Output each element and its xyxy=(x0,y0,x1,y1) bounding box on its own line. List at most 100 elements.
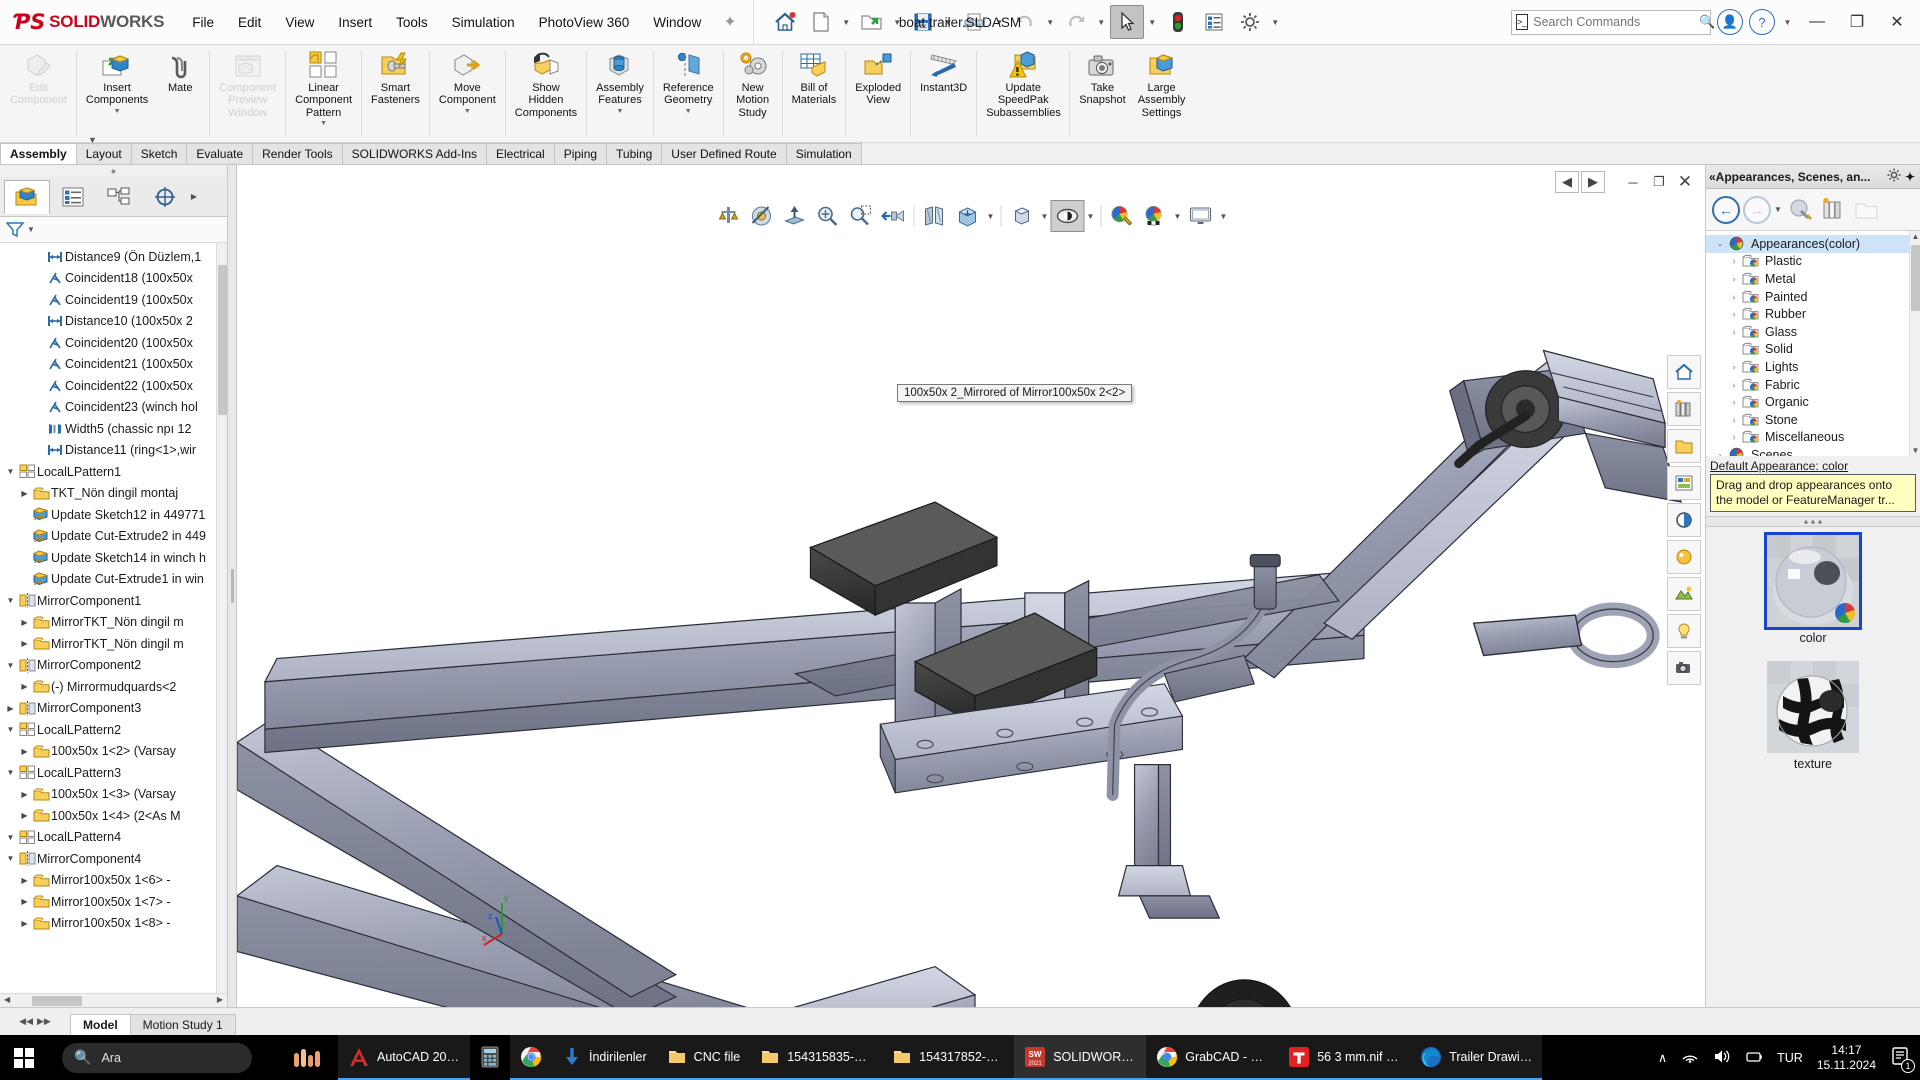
collapse-ribbon-icon[interactable]: ▼ xyxy=(88,135,97,145)
undo-dropdown-icon[interactable]: ▼ xyxy=(1044,5,1057,39)
taskbar-clock[interactable]: 14:17 15.11.2024 xyxy=(1817,1043,1876,1073)
lights-icon[interactable] xyxy=(1667,614,1701,648)
view-settings-icon[interactable] xyxy=(1185,201,1217,231)
appearance-tree-item[interactable]: ›Miscellaneous xyxy=(1706,429,1920,447)
expand-twisty-icon[interactable]: › xyxy=(1726,415,1742,425)
menu-tools[interactable]: Tools xyxy=(384,9,440,36)
taskbar-app-autocad[interactable]: AutoCAD 2021 ... xyxy=(338,1035,470,1080)
property-manager-tab[interactable] xyxy=(50,180,96,214)
view-settings-dropdown-icon[interactable]: ▼ xyxy=(1218,201,1230,231)
expand-twisty-icon[interactable]: › xyxy=(1726,327,1742,337)
ribbon-take-snapshot-button[interactable]: TakeSnapshot xyxy=(1073,45,1131,142)
model-canvas[interactable]: 100x50x 2_Mirrored of Mirror100x50x 2<2>… xyxy=(237,199,1705,1007)
feature-tree-item[interactable]: ▼LocalLPattern2 xyxy=(0,719,227,741)
help-dropdown-icon[interactable]: ▼ xyxy=(1781,5,1794,39)
document-close-icon[interactable]: ✕ xyxy=(1673,171,1697,193)
feature-tree-item[interactable]: ▶MirrorComponent3 xyxy=(0,698,227,720)
appearance-tree-item[interactable]: ›Lights xyxy=(1706,358,1920,376)
tab-user-defined-route[interactable]: User Defined Route xyxy=(661,143,786,164)
appearance-swatch[interactable]: texture xyxy=(1767,661,1859,771)
menu-simulation[interactable]: Simulation xyxy=(440,9,527,36)
ribbon-linear-component-pattern-button[interactable]: LinearComponentPattern▼ xyxy=(289,45,358,142)
expand-twisty-icon[interactable]: › xyxy=(1726,397,1742,407)
taskbar-app-downloads[interactable]: İndirilenler xyxy=(552,1035,657,1080)
view-orientation-cube-dropdown-icon[interactable]: ▼ xyxy=(985,201,997,231)
open-folder-icon[interactable] xyxy=(855,5,889,39)
feature-tree-hscrollbar[interactable]: ◀ ▶ xyxy=(0,993,227,1007)
ribbon-smart-fasteners-button[interactable]: SmartFasteners xyxy=(365,45,426,142)
expand-twisty-icon[interactable]: ▶ xyxy=(18,811,31,820)
expand-twisty-icon[interactable]: › xyxy=(1726,362,1742,372)
tab-electrical[interactable]: Electrical xyxy=(486,143,555,164)
ribbon-dropdown-icon[interactable]: ▼ xyxy=(114,108,121,115)
hide-show-items-icon[interactable] xyxy=(1052,201,1084,231)
camera-icon[interactable] xyxy=(1667,651,1701,685)
feature-tree-item[interactable]: Distance10 (100x50x 2 xyxy=(0,311,227,333)
panel-splitter[interactable] xyxy=(228,165,237,1007)
document-maximize-icon[interactable]: ❐ xyxy=(1647,171,1671,193)
feature-tree-item[interactable]: ▼MirrorComponent2 xyxy=(0,655,227,677)
view-orientation-cube-icon[interactable] xyxy=(952,201,984,231)
expand-twisty-icon[interactable]: ▶ xyxy=(18,790,31,799)
appearance-swatch[interactable]: color xyxy=(1767,535,1859,645)
feature-tree-filter[interactable]: ▼ xyxy=(0,217,227,243)
menu-insert[interactable]: Insert xyxy=(326,9,384,36)
expand-twisty-icon[interactable]: ▶ xyxy=(4,704,17,713)
graphics-viewport[interactable]: ◀ ▶ ─ ❐ ✕ ▼▼▼▼▼ xyxy=(237,165,1705,1007)
feature-tree-item[interactable]: Coincident23 (winch hol xyxy=(0,397,227,419)
taskbar-app-tinkercad[interactable]: 56 3 mm.nif - ... xyxy=(1278,1035,1410,1080)
taskbar-app-folder1[interactable]: 154315835-1-4... xyxy=(750,1035,882,1080)
feature-tree-item[interactable]: Coincident18 (100x50x xyxy=(0,268,227,290)
feature-tree-item[interactable]: Distance11 (ring<1>,wir xyxy=(0,440,227,462)
ribbon-mate-button[interactable]: Mate xyxy=(154,45,206,142)
restore-left-icon[interactable]: ◀ xyxy=(1555,171,1579,193)
feature-tree-item[interactable]: ▼LocalLPattern3 xyxy=(0,762,227,784)
tab-solidworks-add-ins[interactable]: SOLIDWORKS Add-Ins xyxy=(342,143,487,164)
feature-tree-item[interactable]: ▼LocalLPattern4 xyxy=(0,827,227,849)
appearance-tree-item[interactable]: ›Rubber xyxy=(1706,305,1920,323)
select-arrow-icon[interactable] xyxy=(1110,5,1144,39)
redo-icon[interactable] xyxy=(1059,5,1093,39)
expand-twisty-icon[interactable]: ▶ xyxy=(18,747,31,756)
collapse-twisty-icon[interactable]: ▼ xyxy=(4,725,17,734)
previous-view-icon[interactable] xyxy=(878,201,910,231)
maximize-window-button[interactable]: ❐ xyxy=(1840,2,1874,42)
ribbon-dropdown-icon[interactable]: ▼ xyxy=(464,108,471,115)
weather-widget-icon[interactable] xyxy=(278,1035,338,1080)
decals-folder-icon[interactable] xyxy=(1851,196,1881,224)
taskbar-app-grabcad[interactable]: GrabCAD - Go... xyxy=(1146,1035,1278,1080)
redo-dropdown-icon[interactable]: ▼ xyxy=(1095,5,1108,39)
ribbon-bill-of-materials-button[interactable]: Bill ofMaterials xyxy=(786,45,843,142)
decal-icon[interactable] xyxy=(1667,466,1701,500)
appearance-tree-item[interactable]: ›Organic xyxy=(1706,393,1920,411)
feature-tree[interactable]: Distance9 (Ön Düzlem,1Coincident18 (100x… xyxy=(0,243,227,993)
display-style-dropdown-icon[interactable]: ▼ xyxy=(1039,201,1051,231)
battery-icon[interactable] xyxy=(1745,1049,1763,1066)
print-icon[interactable] xyxy=(957,5,991,39)
zoom-to-fit-icon[interactable] xyxy=(812,201,844,231)
ribbon-dropdown-icon[interactable]: ▼ xyxy=(685,108,692,115)
rebuild-icon[interactable] xyxy=(1161,5,1195,39)
expand-twisty-icon[interactable]: ▶ xyxy=(18,876,31,885)
collapse-twisty-icon[interactable]: ▼ xyxy=(4,467,17,476)
feature-tree-item[interactable]: ▼MirrorComponent4 xyxy=(0,848,227,870)
section-view-icon[interactable] xyxy=(746,201,778,231)
appearance-tree-item[interactable]: ›Glass xyxy=(1706,323,1920,341)
display-style-icon[interactable] xyxy=(1006,201,1038,231)
appearance-tree-scrollbar[interactable]: ▲ ▼ xyxy=(1909,231,1920,456)
feature-tree-item[interactable]: ▶Mirror100x50x 1<8> - xyxy=(0,913,227,935)
print-dropdown-icon[interactable]: ▼ xyxy=(993,5,1006,39)
file-properties-icon[interactable] xyxy=(1197,5,1231,39)
feature-tree-item[interactable]: ▶(-) Mirrormudquards<2 xyxy=(0,676,227,698)
tray-chevron-icon[interactable]: ∧ xyxy=(1658,1050,1667,1065)
expand-twisty-icon[interactable]: ▶ xyxy=(18,489,31,498)
feature-tree-item[interactable]: Coincident21 (100x50x xyxy=(0,354,227,376)
help-icon[interactable]: ? xyxy=(1749,9,1775,35)
tab-assembly[interactable]: Assembly xyxy=(0,143,77,164)
save-dropdown-icon[interactable]: ▼ xyxy=(942,5,955,39)
history-dropdown-icon[interactable]: ▼ xyxy=(1774,205,1782,214)
ribbon-show-hidden-components-button[interactable]: ShowHiddenComponents xyxy=(509,45,583,142)
feature-tree-item[interactable]: ▼MirrorComponent1 xyxy=(0,590,227,612)
options-dropdown-icon[interactable]: ▼ xyxy=(1269,5,1282,39)
display-manager-tab[interactable]: ▶ xyxy=(188,180,200,214)
